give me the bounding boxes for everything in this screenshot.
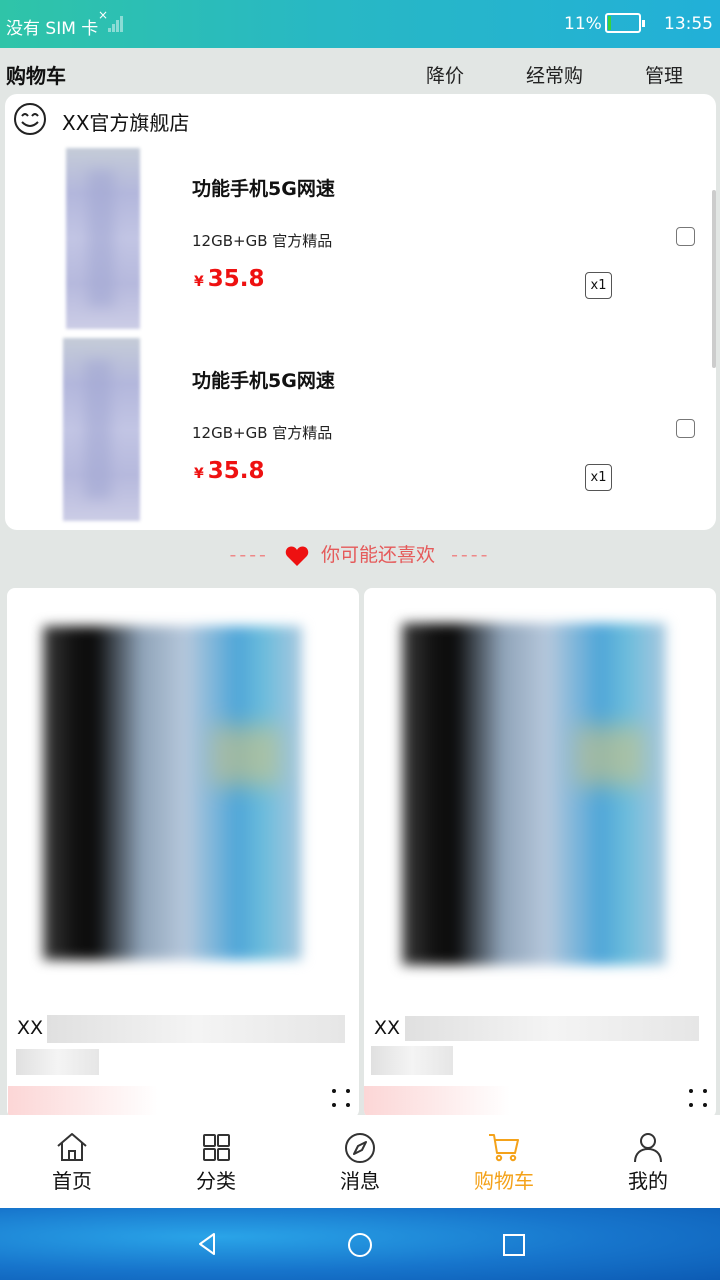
home-icon xyxy=(57,1133,87,1161)
cart-item[interactable]: 功能手机5G网速 12GB+GB 官方精品 ¥35.8 x1 xyxy=(5,142,716,332)
recommend-product-card[interactable]: XX xyxy=(7,588,359,1118)
back-icon[interactable] xyxy=(196,1232,218,1256)
product-price-placeholder xyxy=(8,1086,158,1118)
bottom-tab-bar: 首页 分类 消息 购物车 我的 xyxy=(0,1115,720,1208)
product-spec: 12GB+GB 官方精品 xyxy=(192,232,333,250)
tab-label: 首页 xyxy=(52,1169,92,1193)
frequent-buy-button[interactable]: 经常购 xyxy=(526,61,583,88)
recommend-header: ---- 你可能还喜欢 ---- xyxy=(0,540,720,574)
person-icon xyxy=(634,1133,662,1163)
page-title: 购物车 xyxy=(6,64,66,88)
system-navigation-bar xyxy=(0,1208,720,1280)
tab-label: 分类 xyxy=(196,1169,236,1193)
manage-button[interactable]: 管理 xyxy=(645,61,683,88)
cart-item[interactable]: 功能手机5G网速 12GB+GB 官方精品 ¥35.8 x1 xyxy=(5,334,716,524)
product-title-placeholder xyxy=(47,1015,345,1043)
tab-label: 我的 xyxy=(628,1169,668,1193)
store-cart-card: XX官方旗舰店 功能手机5G网速 12GB+GB 官方精品 ¥35.8 x1 功… xyxy=(5,94,716,530)
battery-level-fill xyxy=(608,16,611,30)
status-bar: 没有 SIM 卡 × 11% 13:55 xyxy=(0,0,720,48)
tab-category[interactable]: 分类 xyxy=(144,1115,288,1208)
product-brand: XX xyxy=(374,1017,401,1039)
product-image[interactable] xyxy=(43,626,302,960)
recent-apps-icon[interactable] xyxy=(502,1233,526,1257)
battery-percent-text: 11% xyxy=(564,14,602,34)
item-select-checkbox[interactable] xyxy=(676,227,695,246)
quantity-button[interactable]: x1 xyxy=(585,272,612,299)
more-options-icon[interactable] xyxy=(687,1087,711,1111)
product-name[interactable]: 功能手机5G网速 xyxy=(192,366,335,393)
tab-home[interactable]: 首页 xyxy=(0,1115,144,1208)
compass-icon xyxy=(345,1133,375,1163)
product-name[interactable]: 功能手机5G网速 xyxy=(192,174,335,201)
item-select-checkbox[interactable] xyxy=(676,419,695,438)
price-drop-button[interactable]: 降价 xyxy=(426,61,464,88)
smiley-face-icon xyxy=(14,103,46,135)
product-thumbnail[interactable] xyxy=(63,338,140,521)
clock-text: 13:55 xyxy=(664,14,713,34)
tab-cart[interactable]: 购物车 xyxy=(432,1115,576,1208)
sim-status-text: 没有 SIM 卡 xyxy=(6,19,99,39)
tab-label: 购物车 xyxy=(474,1169,534,1193)
product-thumbnail[interactable] xyxy=(66,148,140,329)
cart-icon xyxy=(489,1134,519,1162)
product-subtitle-placeholder xyxy=(16,1049,99,1075)
heart-icon xyxy=(285,546,309,566)
product-price: ¥35.8 xyxy=(194,458,265,484)
recommend-label: 你可能还喜欢 xyxy=(321,544,436,566)
grid-icon xyxy=(203,1134,230,1161)
no-signal-x-icon: × xyxy=(98,8,109,22)
title-bar: 购物车 降价 经常购 管理 xyxy=(0,48,720,94)
tab-messages[interactable]: 消息 xyxy=(288,1115,432,1208)
battery-icon xyxy=(605,13,645,33)
product-brand: XX xyxy=(17,1017,44,1039)
scrollbar[interactable] xyxy=(712,190,716,368)
home-button-icon[interactable] xyxy=(347,1232,373,1258)
product-title-placeholder xyxy=(405,1016,699,1041)
product-price: ¥35.8 xyxy=(194,266,265,292)
product-price-placeholder xyxy=(364,1086,510,1118)
quantity-button[interactable]: x1 xyxy=(585,464,612,491)
product-spec: 12GB+GB 官方精品 xyxy=(192,424,333,442)
divider-dashes: ---- xyxy=(451,544,491,566)
product-image[interactable] xyxy=(402,623,666,965)
tab-label: 消息 xyxy=(340,1169,380,1193)
more-options-icon[interactable] xyxy=(330,1087,354,1111)
tab-mine[interactable]: 我的 xyxy=(576,1115,720,1208)
product-subtitle-placeholder xyxy=(371,1046,453,1075)
store-name[interactable]: XX官方旗舰店 xyxy=(62,107,189,136)
divider-dashes: ---- xyxy=(229,544,269,566)
recommend-product-card[interactable]: XX xyxy=(364,588,716,1118)
